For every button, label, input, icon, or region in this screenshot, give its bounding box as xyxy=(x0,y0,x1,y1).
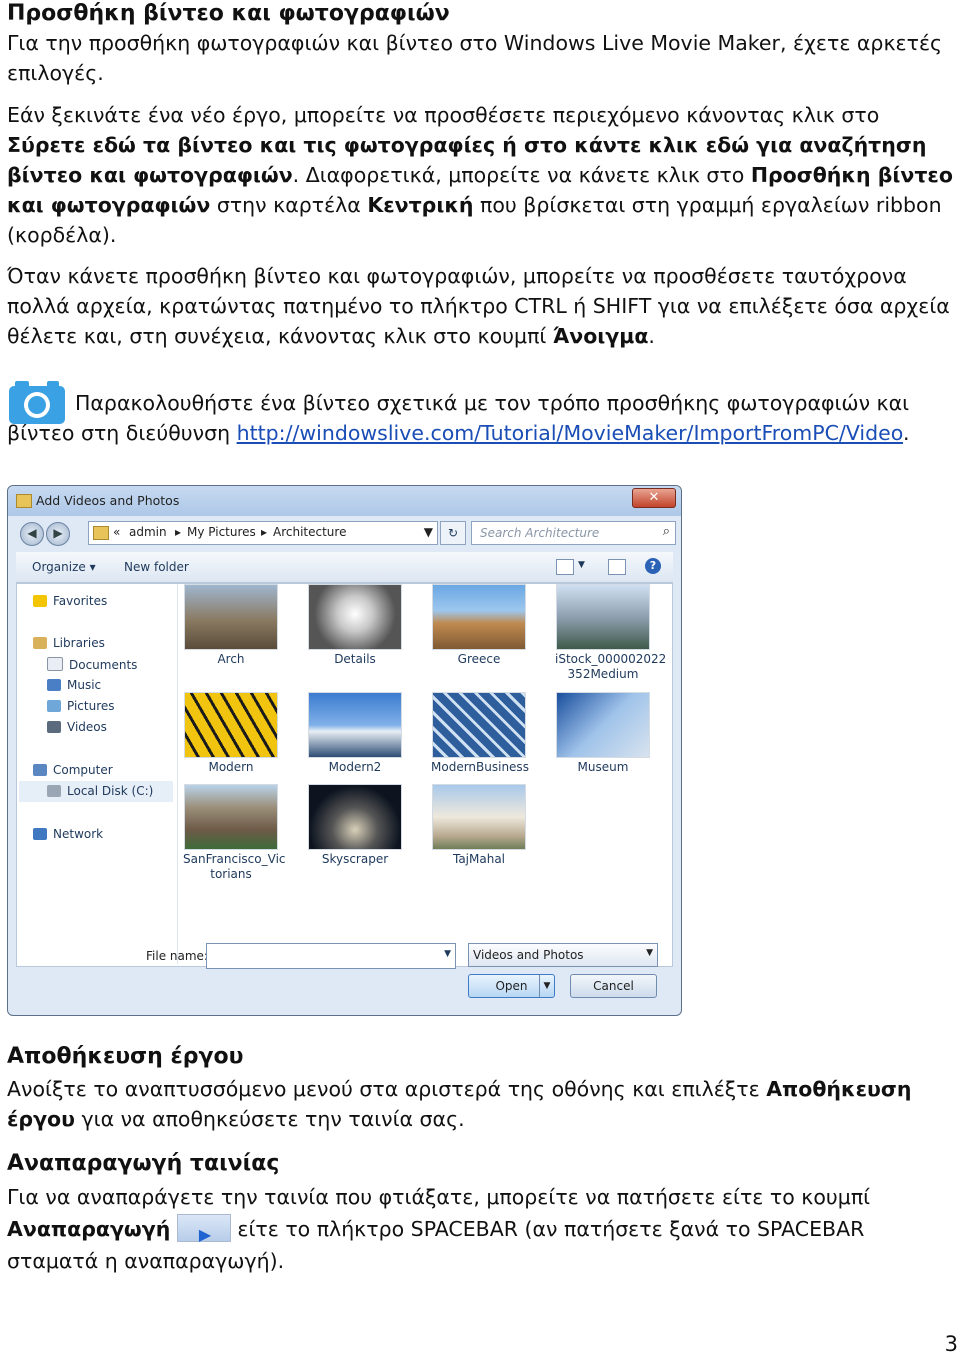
thumbnail-arch[interactable]: Arch xyxy=(183,584,279,667)
disk-icon xyxy=(47,785,61,797)
photo-thumbnail xyxy=(308,584,402,650)
nav-libraries[interactable]: Libraries xyxy=(33,636,105,650)
tutorial-video-link[interactable]: http://windowslive.com/Tutorial/MovieMak… xyxy=(237,421,903,445)
thumbnail-tajmahal[interactable]: TajMahal xyxy=(431,784,527,867)
chevron-down-icon[interactable]: ▼ xyxy=(578,560,585,570)
file-name-label: File name: xyxy=(146,949,208,963)
photo-thumbnail xyxy=(184,692,278,758)
thumbnail-skyscraper[interactable]: Skyscraper xyxy=(307,784,403,867)
video-paragraph: Παρακολουθήστε ένα βίντεο σχετικά με τον… xyxy=(7,391,910,445)
save-paragraph: Ανοίξτε το αναπτυσσόμενο μενού στα αριστ… xyxy=(7,1077,912,1131)
new-folder-button[interactable]: New folder xyxy=(124,560,189,574)
photo-thumbnail xyxy=(308,692,402,758)
breadcrumb-overflow[interactable]: « xyxy=(113,525,120,539)
cancel-button[interactable]: Cancel xyxy=(570,974,657,998)
nav-videos[interactable]: Videos xyxy=(47,720,107,734)
multi-select-paragraph: Όταν κάνετε προσθήκη βίντεο και φωτογραφ… xyxy=(7,264,950,348)
refresh-icon[interactable]: ↻ xyxy=(440,521,466,545)
breadcrumb-admin[interactable]: admin xyxy=(129,525,167,539)
document-icon xyxy=(47,657,63,671)
dialog-title: Add Videos and Photos xyxy=(36,493,180,508)
view-options-icon[interactable] xyxy=(556,559,574,575)
thumbnail-details[interactable]: Details xyxy=(307,584,403,667)
thumbnail-modern2[interactable]: Modern2 xyxy=(307,692,403,775)
play-icon: ▶ xyxy=(176,1214,231,1244)
nav-music[interactable]: Music xyxy=(47,678,101,692)
star-icon xyxy=(33,595,47,607)
add-videos-photos-dialog: Add Videos and Photos ✕ ◀ ▶ « admin ▸ My… xyxy=(7,485,682,1016)
chevron-down-icon: ▼ xyxy=(646,948,653,958)
library-icon xyxy=(33,637,47,649)
heading-save-project: Αποθήκευση έργου xyxy=(7,1044,244,1069)
thumbnail-modernbusiness[interactable]: ModernBusiness xyxy=(431,692,529,775)
heading-add-media: Προσθήκη βίντεο και φωτογραφιών xyxy=(7,1,450,26)
search-icon: ⌕ xyxy=(662,524,670,539)
photo-thumbnail xyxy=(432,584,526,650)
picture-icon xyxy=(47,700,61,712)
dialog-toolbar: Organize ▾ New folder ▼ ? xyxy=(16,552,673,583)
computer-icon xyxy=(33,764,47,776)
forward-arrow-icon[interactable]: ▶ xyxy=(46,522,70,546)
thumbnail-museum[interactable]: Museum xyxy=(555,692,651,775)
breadcrumb-separator: ▸ xyxy=(261,525,268,539)
photo-thumbnail xyxy=(184,784,278,850)
photo-thumbnail xyxy=(184,584,278,650)
file-name-input[interactable]: ▼ xyxy=(206,943,456,969)
nav-documents[interactable]: Documents xyxy=(47,657,137,672)
page-number: 3 xyxy=(944,1332,958,1356)
dialog-title-bar: Add Videos and Photos ✕ xyxy=(8,486,681,516)
photo-thumbnail xyxy=(432,784,526,850)
breadcrumb-architecture[interactable]: Architecture xyxy=(273,525,346,539)
nav-favorites[interactable]: Favorites xyxy=(33,594,107,608)
chevron-down-icon[interactable]: ▼ xyxy=(539,975,554,997)
folder-icon xyxy=(93,526,109,540)
network-icon xyxy=(33,828,47,840)
thumbnail-istock[interactable]: iStock_000002022 352Medium xyxy=(555,584,666,682)
breadcrumb-separator: ▸ xyxy=(175,525,182,539)
thumbnail-sanfrancisco[interactable]: SanFrancisco_Vic torians xyxy=(183,784,286,882)
nav-local-disk[interactable]: Local Disk (C:) xyxy=(47,784,153,798)
address-row: ◀ ▶ « admin ▸ My Pictures ▸ Architecture… xyxy=(8,516,681,550)
camera-icon xyxy=(9,381,65,424)
folder-icon xyxy=(16,494,32,508)
breadcrumb[interactable]: « admin ▸ My Pictures ▸ Architecture ▼ xyxy=(88,521,438,545)
play-paragraph: Για να αναπαράγετε την ταινία που φτιάξα… xyxy=(7,1185,871,1273)
video-icon xyxy=(47,721,61,733)
navigation-pane: Favorites Libraries Documents Music Pict… xyxy=(17,584,178,964)
photo-thumbnail xyxy=(556,692,650,758)
new-project-paragraph: Εάν ξεκινάτε ένα νέο έργο, μπορείτε να π… xyxy=(7,103,953,247)
breadcrumb-my-pictures[interactable]: My Pictures xyxy=(187,525,256,539)
nav-pictures[interactable]: Pictures xyxy=(47,699,115,713)
intro-paragraph: Για την προσθήκη φωτογραφιών και βίντεο … xyxy=(7,31,943,85)
preview-pane-icon[interactable] xyxy=(608,559,626,575)
open-button[interactable]: Open ▼ xyxy=(468,974,555,998)
file-type-select[interactable]: Videos and Photos ▼ xyxy=(468,943,658,967)
search-input[interactable]: Search Architecture ⌕ xyxy=(471,521,676,545)
organize-button[interactable]: Organize ▾ xyxy=(32,560,96,574)
chevron-down-icon[interactable]: ▼ xyxy=(424,525,433,539)
photo-thumbnail xyxy=(556,584,650,650)
heading-play-movie: Αναπαραγωγή ταινίας xyxy=(7,1151,280,1176)
help-icon[interactable]: ? xyxy=(645,558,661,574)
nav-network[interactable]: Network xyxy=(33,827,103,841)
thumbnail-greece[interactable]: Greece xyxy=(431,584,527,667)
music-icon xyxy=(47,679,61,691)
document-body: Προσθήκη βίντεο και φωτογραφιών Για την … xyxy=(7,0,955,448)
file-browser: Favorites Libraries Documents Music Pict… xyxy=(16,583,673,967)
photo-thumbnail xyxy=(432,692,526,758)
thumbnail-modern[interactable]: Modern xyxy=(183,692,279,775)
close-button[interactable]: ✕ xyxy=(632,488,676,508)
lower-document-body: Αποθήκευση έργου Ανοίξτε το αναπτυσσόμεν… xyxy=(7,1043,955,1277)
chevron-down-icon[interactable]: ▼ xyxy=(444,949,451,959)
photo-thumbnail xyxy=(308,784,402,850)
nav-computer[interactable]: Computer xyxy=(33,763,113,777)
back-arrow-icon[interactable]: ◀ xyxy=(20,522,44,546)
